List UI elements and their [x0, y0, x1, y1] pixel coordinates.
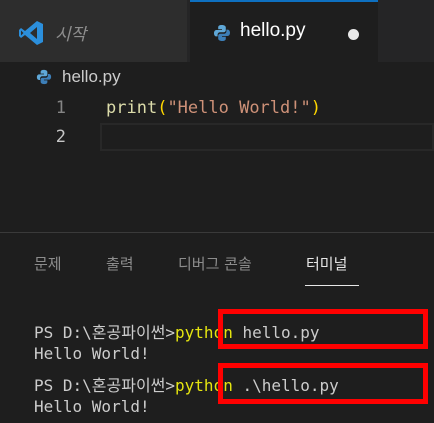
terminal-prompt: PS D:\혼공파이썬>: [34, 376, 176, 395]
editor-tab-bar: 시작 hello.py: [0, 0, 434, 62]
breadcrumb: hello.py: [0, 62, 434, 92]
highlight-box: [218, 363, 428, 404]
breadcrumb-file[interactable]: hello.py: [62, 67, 121, 87]
terminal-output: Hello World!: [34, 397, 150, 416]
code-line-1[interactable]: print("Hello World!"): [106, 98, 321, 118]
code-editor[interactable]: 1 2 print("Hello World!"): [0, 92, 434, 232]
python-file-icon: [213, 24, 231, 42]
tab-hello-label: hello.py: [240, 20, 306, 41]
unsaved-dot-icon[interactable]: [348, 29, 359, 40]
code-paren: ): [310, 98, 321, 118]
line-number: 1: [55, 98, 66, 118]
code-string: "Hello World!": [167, 98, 311, 118]
tab-start[interactable]: 시작: [0, 0, 188, 62]
highlight-box: [218, 309, 428, 349]
tab-start-label: 시작: [55, 25, 87, 45]
panel-tab-terminal[interactable]: 터미널: [306, 253, 347, 274]
code-function: print: [106, 98, 158, 118]
panel-tab-output[interactable]: 출력: [106, 253, 134, 274]
terminal-prompt: PS D:\혼공파이썬>: [34, 323, 176, 342]
panel-tab-problems[interactable]: 문제: [34, 253, 62, 274]
terminal-output: Hello World!: [34, 344, 150, 363]
tab-bar-empty-area: [378, 0, 434, 62]
line-number: 2: [55, 127, 66, 147]
tab-hello-py[interactable]: hello.py: [190, 0, 378, 62]
active-tab-indicator: [305, 285, 359, 286]
python-file-icon: [36, 69, 52, 85]
bottom-panel: 문제 출력 디버그 콘솔 터미널 PS D:\혼공파이썬>python hell…: [0, 232, 434, 423]
code-paren: (: [157, 98, 168, 118]
panel-tab-debug-console[interactable]: 디버그 콘솔: [178, 253, 252, 274]
vscode-icon: [18, 20, 44, 46]
current-line-highlight: [100, 123, 434, 151]
